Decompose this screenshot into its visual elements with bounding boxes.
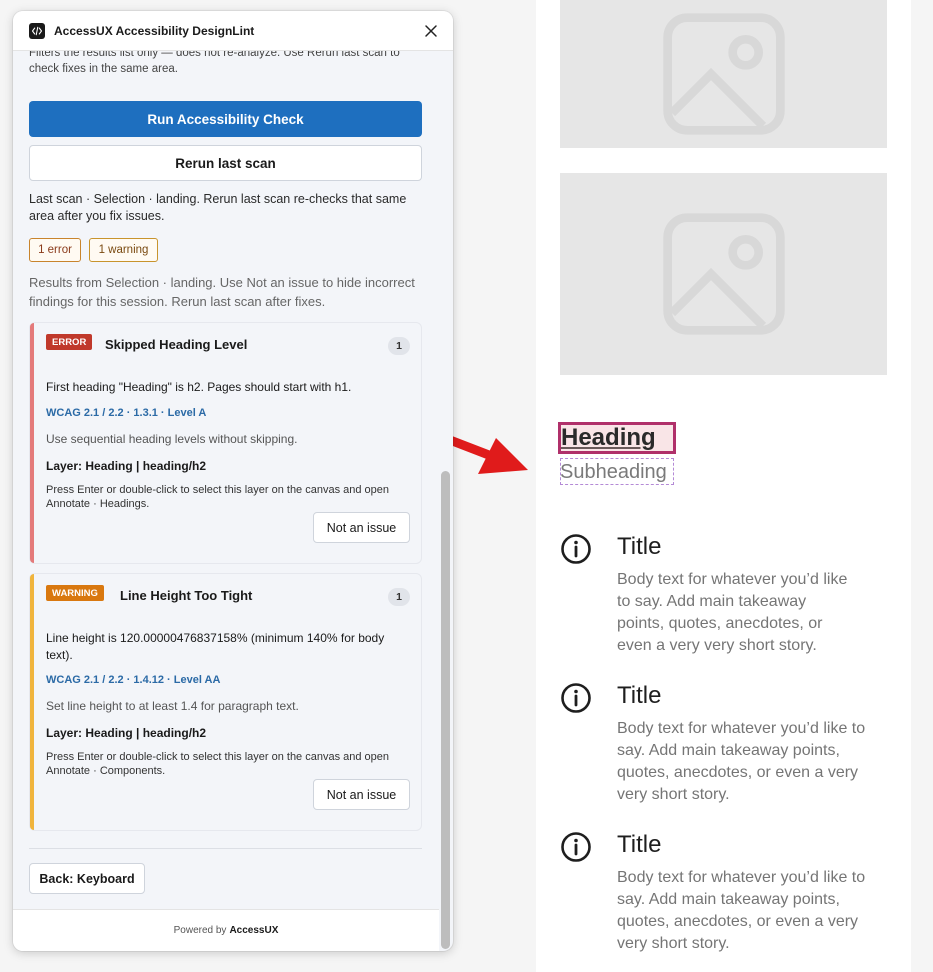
back-keyboard-button[interactable]: Back: Keyboard [29,863,145,894]
issue-card[interactable]: ERROR Skipped Heading Level 1 First head… [29,322,422,564]
issue-title: Skipped Heading Level [105,337,248,352]
close-icon[interactable] [423,23,439,39]
feature-body: Body text for whatever you’d like to say… [617,720,866,803]
layer-info: Layer: Heading | heading/h2 [46,459,207,473]
image-placeholder [560,0,887,148]
warning-count-badge[interactable]: 1 warning [89,238,158,262]
code-icon [29,23,45,39]
wcag-reference[interactable]: WCAG 2.1 / 2.2 · 1.3.1 · Level A [46,407,206,419]
issue-help: Set line height to at least 1.4 for para… [46,699,299,713]
issue-count: 1 [388,588,410,606]
layer-info: Layer: Heading | heading/h2 [46,726,207,740]
results-summary: Results from Selection · landing. Use No… [29,275,415,309]
info-icon [561,534,591,564]
severity-tag: ERROR [46,334,93,350]
press-instructions: Press Enter or double-click to select th… [46,751,390,777]
panel-content[interactable]: Filters the results list only — does not… [13,51,439,911]
run-check-button[interactable]: Run Accessibility Check [29,101,422,137]
plugin-title: AccessUX Accessibility DesignLint [54,24,255,38]
issue-description: Line height is 120.00000476837158% (mini… [46,631,385,662]
feature-body: Body text for whatever you’d like to say… [617,869,866,952]
feature-title: Title [617,682,662,709]
not-an-issue-button[interactable]: Not an issue [313,779,410,810]
design-canvas: Heading Subheading Title Body text for w… [536,0,911,972]
panel-header: AccessUX Accessibility DesignLint [13,11,453,51]
image-icon [662,213,785,335]
feature-title: Title [617,831,662,858]
footer-brand[interactable]: AccessUX [229,925,278,936]
panel-footer: Powered by AccessUX [13,909,439,951]
canvas-subheading[interactable]: Subheading [560,461,667,484]
feature-title: Title [617,533,662,560]
rerun-scan-button[interactable]: Rerun last scan [29,145,422,181]
info-icon [561,832,591,862]
severity-bar [30,323,34,563]
issue-title: Line Height Too Tight [120,588,253,603]
canvas-heading[interactable]: Heading [561,424,656,452]
feature-body: Body text for whatever you’d like to say… [617,571,848,654]
plugin-panel: AccessUX Accessibility DesignLint Filter… [13,11,453,951]
image-placeholder [560,173,887,375]
info-icon [561,683,591,713]
filter-hint: Filters the results list only — does not… [29,51,400,75]
last-scan-info: Last scan · Selection · landing. Rerun l… [29,192,407,223]
not-an-issue-button[interactable]: Not an issue [313,512,410,543]
footer-prefix: Powered by [173,925,227,936]
severity-tag: WARNING [46,585,104,601]
error-count-badge[interactable]: 1 error [29,238,81,262]
severity-bar [30,574,34,830]
wcag-reference[interactable]: WCAG 2.1 / 2.2 · 1.4.12 · Level AA [46,674,220,686]
issue-description: First heading "Heading" is h2. Pages sho… [46,380,352,394]
issue-count: 1 [388,337,410,355]
scrollbar-thumb[interactable] [441,471,450,949]
press-instructions: Press Enter or double-click to select th… [46,484,390,510]
issue-card[interactable]: WARNING Line Height Too Tight 1 Line hei… [29,573,422,831]
section-divider [29,848,422,849]
image-icon [662,13,785,135]
issue-help: Use sequential heading levels without sk… [46,432,298,446]
